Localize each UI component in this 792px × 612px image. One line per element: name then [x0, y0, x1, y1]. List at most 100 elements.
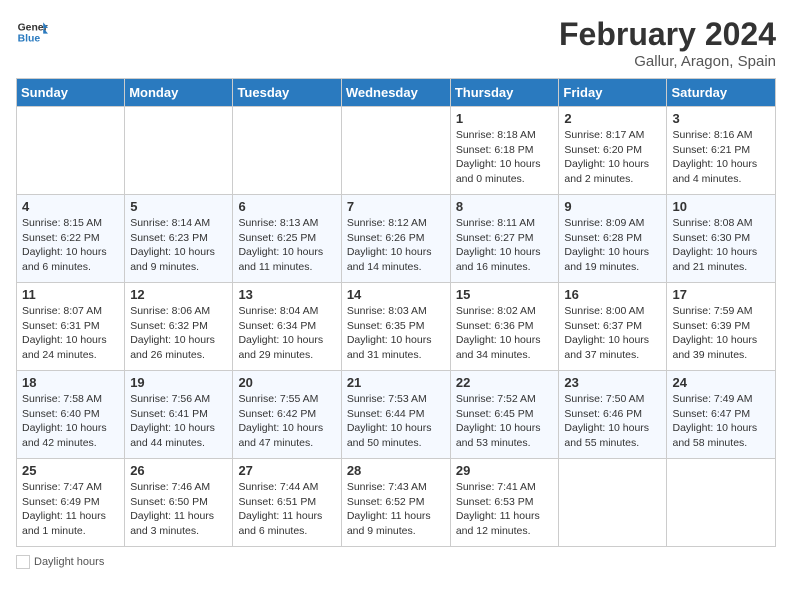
calendar-cell: 27 Sunrise: 7:44 AMSunset: 6:51 PMDayligh… [233, 459, 341, 547]
day-number: 7 [347, 199, 445, 214]
day-number: 13 [238, 287, 335, 302]
day-number: 15 [456, 287, 554, 302]
day-number: 24 [672, 375, 770, 390]
calendar-week-1: 1 Sunrise: 8:18 AMSunset: 6:18 PMDaylight… [17, 107, 776, 195]
calendar-cell: 28 Sunrise: 7:43 AMSunset: 6:52 PMDayligh… [341, 459, 450, 547]
calendar-cell [667, 459, 776, 547]
day-header-saturday: Saturday [667, 79, 776, 107]
day-info: Sunrise: 7:43 AMSunset: 6:52 PMDaylight:… [347, 480, 445, 539]
calendar-cell: 3 Sunrise: 8:16 AMSunset: 6:21 PMDaylight… [667, 107, 776, 195]
day-info: Sunrise: 8:15 AMSunset: 6:22 PMDaylight:… [22, 216, 119, 275]
day-header-wednesday: Wednesday [341, 79, 450, 107]
calendar-cell [125, 107, 233, 195]
title-block: February 2024 Gallur, Aragon, Spain [559, 16, 776, 70]
day-number: 28 [347, 463, 445, 478]
calendar-cell: 19 Sunrise: 7:56 AMSunset: 6:41 PMDayligh… [125, 371, 233, 459]
logo-icon: General Blue [16, 16, 48, 48]
calendar-cell: 20 Sunrise: 7:55 AMSunset: 6:42 PMDayligh… [233, 371, 341, 459]
day-info: Sunrise: 7:47 AMSunset: 6:49 PMDaylight:… [22, 480, 119, 539]
day-info: Sunrise: 8:11 AMSunset: 6:27 PMDaylight:… [456, 216, 554, 275]
calendar-cell: 16 Sunrise: 8:00 AMSunset: 6:37 PMDayligh… [559, 283, 667, 371]
day-info: Sunrise: 8:13 AMSunset: 6:25 PMDaylight:… [238, 216, 335, 275]
subtitle: Gallur, Aragon, Spain [559, 53, 776, 70]
day-info: Sunrise: 7:59 AMSunset: 6:39 PMDaylight:… [672, 304, 770, 363]
day-info: Sunrise: 7:58 AMSunset: 6:40 PMDaylight:… [22, 392, 119, 451]
day-info: Sunrise: 8:12 AMSunset: 6:26 PMDaylight:… [347, 216, 445, 275]
day-info: Sunrise: 7:44 AMSunset: 6:51 PMDaylight:… [238, 480, 335, 539]
calendar-week-3: 11Sunrise: 8:07 AMSunset: 6:31 PMDayligh… [17, 283, 776, 371]
main-title: February 2024 [559, 16, 776, 53]
calendar-cell: 12Sunrise: 8:06 AMSunset: 6:32 PMDayligh… [125, 283, 233, 371]
day-info: Sunrise: 7:55 AMSunset: 6:42 PMDaylight:… [238, 392, 335, 451]
day-number: 22 [456, 375, 554, 390]
daylight-label: Daylight hours [34, 556, 104, 568]
calendar-cell: 15 Sunrise: 8:02 AMSunset: 6:36 PMDayligh… [450, 283, 559, 371]
day-header-monday: Monday [125, 79, 233, 107]
day-number: 19 [130, 375, 227, 390]
calendar-cell: 5 Sunrise: 8:14 AMSunset: 6:23 PMDaylight… [125, 195, 233, 283]
daylight-box [16, 555, 30, 569]
calendar-week-2: 4 Sunrise: 8:15 AMSunset: 6:22 PMDaylight… [17, 195, 776, 283]
day-number: 10 [672, 199, 770, 214]
day-number: 27 [238, 463, 335, 478]
calendar-cell [17, 107, 125, 195]
calendar-cell: 23 Sunrise: 7:50 AMSunset: 6:46 PMDayligh… [559, 371, 667, 459]
day-info: Sunrise: 8:18 AMSunset: 6:18 PMDaylight:… [456, 128, 554, 187]
day-number: 4 [22, 199, 119, 214]
day-info: Sunrise: 8:14 AMSunset: 6:23 PMDaylight:… [130, 216, 227, 275]
day-info: Sunrise: 7:56 AMSunset: 6:41 PMDaylight:… [130, 392, 227, 451]
calendar-cell: 4 Sunrise: 8:15 AMSunset: 6:22 PMDaylight… [17, 195, 125, 283]
day-info: Sunrise: 8:17 AMSunset: 6:20 PMDaylight:… [564, 128, 661, 187]
day-info: Sunrise: 7:53 AMSunset: 6:44 PMDaylight:… [347, 392, 445, 451]
calendar-table: SundayMondayTuesdayWednesdayThursdayFrid… [16, 78, 776, 547]
day-header-tuesday: Tuesday [233, 79, 341, 107]
day-number: 2 [564, 111, 661, 126]
calendar-cell: 25 Sunrise: 7:47 AMSunset: 6:49 PMDayligh… [17, 459, 125, 547]
calendar-cell: 22Sunrise: 7:52 AMSunset: 6:45 PMDayligh… [450, 371, 559, 459]
day-number: 1 [456, 111, 554, 126]
calendar-cell: 1 Sunrise: 8:18 AMSunset: 6:18 PMDaylight… [450, 107, 559, 195]
day-number: 5 [130, 199, 227, 214]
day-info: Sunrise: 7:46 AMSunset: 6:50 PMDaylight:… [130, 480, 227, 539]
calendar-cell: 14Sunrise: 8:03 AMSunset: 6:35 PMDayligh… [341, 283, 450, 371]
day-number: 29 [456, 463, 554, 478]
calendar-cell: 13 Sunrise: 8:04 AMSunset: 6:34 PMDayligh… [233, 283, 341, 371]
calendar-cell: 10 Sunrise: 8:08 AMSunset: 6:30 PMDayligh… [667, 195, 776, 283]
day-number: 9 [564, 199, 661, 214]
day-number: 26 [130, 463, 227, 478]
day-number: 23 [564, 375, 661, 390]
day-info: Sunrise: 8:02 AMSunset: 6:36 PMDaylight:… [456, 304, 554, 363]
calendar-cell [233, 107, 341, 195]
calendar-cell: 6Sunrise: 8:13 AMSunset: 6:25 PMDaylight… [233, 195, 341, 283]
day-number: 3 [672, 111, 770, 126]
day-number: 12 [130, 287, 227, 302]
svg-text:Blue: Blue [18, 34, 41, 45]
calendar-cell: 9Sunrise: 8:09 AMSunset: 6:28 PMDaylight… [559, 195, 667, 283]
day-number: 20 [238, 375, 335, 390]
day-number: 18 [22, 375, 119, 390]
day-info: Sunrise: 7:41 AMSunset: 6:53 PMDaylight:… [456, 480, 554, 539]
day-info: Sunrise: 8:00 AMSunset: 6:37 PMDaylight:… [564, 304, 661, 363]
day-number: 17 [672, 287, 770, 302]
day-info: Sunrise: 8:04 AMSunset: 6:34 PMDaylight:… [238, 304, 335, 363]
day-number: 14 [347, 287, 445, 302]
footer: Daylight hours [16, 555, 776, 569]
day-number: 16 [564, 287, 661, 302]
day-number: 25 [22, 463, 119, 478]
calendar-cell: 29 Sunrise: 7:41 AMSunset: 6:53 PMDayligh… [450, 459, 559, 547]
calendar-cell [559, 459, 667, 547]
day-info: Sunrise: 8:16 AMSunset: 6:21 PMDaylight:… [672, 128, 770, 187]
day-header-thursday: Thursday [450, 79, 559, 107]
calendar-cell: 24 Sunrise: 7:49 AMSunset: 6:47 PMDayligh… [667, 371, 776, 459]
calendar-week-5: 25 Sunrise: 7:47 AMSunset: 6:49 PMDayligh… [17, 459, 776, 547]
calendar-cell: 8 Sunrise: 8:11 AMSunset: 6:27 PMDaylight… [450, 195, 559, 283]
calendar-cell: 18 Sunrise: 7:58 AMSunset: 6:40 PMDayligh… [17, 371, 125, 459]
calendar-cell: 17 Sunrise: 7:59 AMSunset: 6:39 PMDayligh… [667, 283, 776, 371]
day-info: Sunrise: 7:50 AMSunset: 6:46 PMDaylight:… [564, 392, 661, 451]
day-info: Sunrise: 8:08 AMSunset: 6:30 PMDaylight:… [672, 216, 770, 275]
calendar-cell [341, 107, 450, 195]
day-number: 8 [456, 199, 554, 214]
day-header-friday: Friday [559, 79, 667, 107]
day-info: Sunrise: 7:49 AMSunset: 6:47 PMDaylight:… [672, 392, 770, 451]
day-number: 21 [347, 375, 445, 390]
